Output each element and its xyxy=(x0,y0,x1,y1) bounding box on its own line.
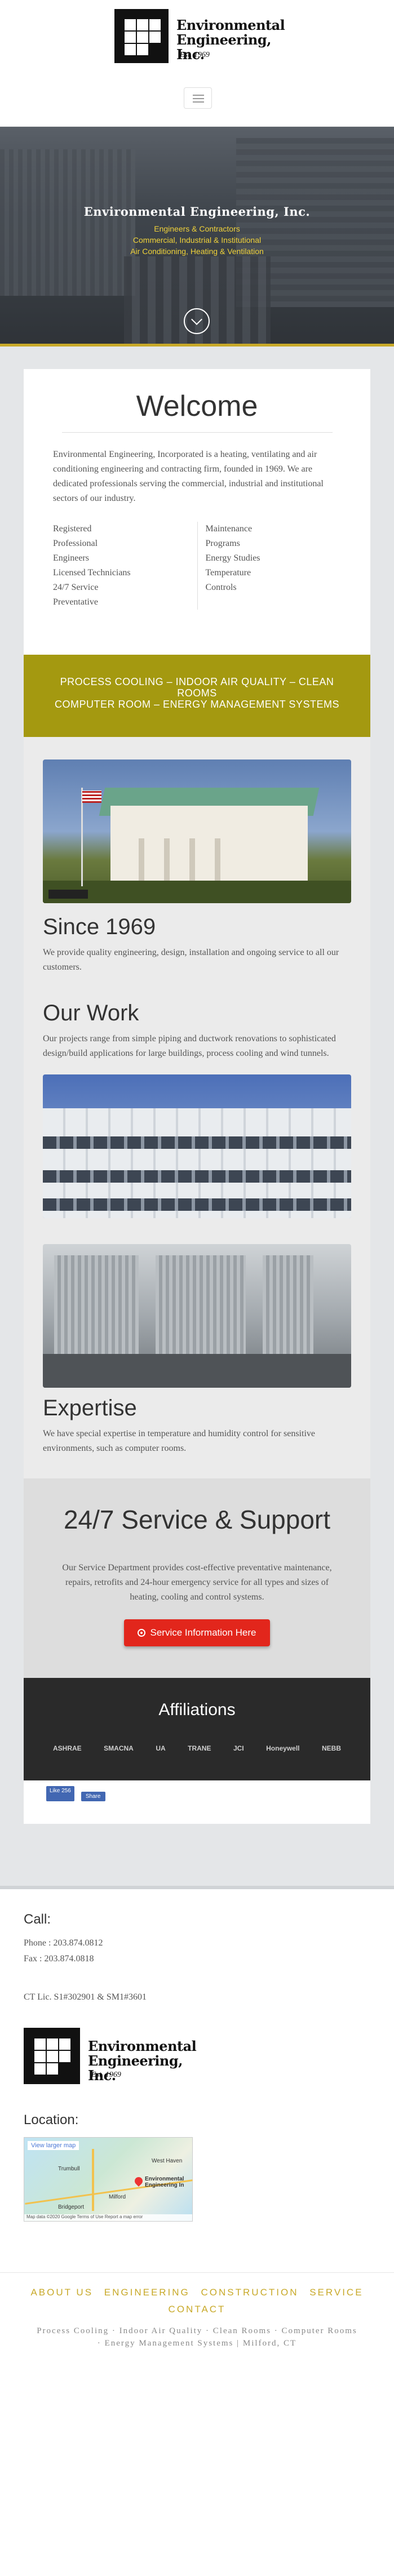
work-text: Our projects range from simple piping an… xyxy=(43,1034,336,1058)
list-item: Controls xyxy=(205,583,237,592)
social-buttons: Like 256 Share xyxy=(46,1786,348,1801)
company-logo[interactable]: Environmental Engineering, Inc. Est. 196… xyxy=(114,9,285,63)
footer-nav-engineering[interactable]: ENGINEERING xyxy=(104,2287,190,2298)
service-text: Our Service Department provides cost-eff… xyxy=(62,1563,332,1602)
footer-nav-about[interactable]: ABOUT US xyxy=(30,2287,93,2298)
affiliations-title: Affiliations xyxy=(158,1700,236,1719)
smacna-logo: SMACNA xyxy=(104,1744,134,1752)
facebook-like-button[interactable]: Like 256 xyxy=(46,1786,74,1801)
honeywell-logo: Honeywell xyxy=(266,1744,300,1752)
location-title: Location: xyxy=(24,2112,79,2128)
phone-number[interactable]: Phone : 203.874.0812 xyxy=(24,1935,370,1951)
hero-line: Commercial, Industrial & Institutional xyxy=(132,236,262,245)
service-info-button[interactable]: Service Information Here xyxy=(124,1619,270,1646)
nebb-logo: NEBB xyxy=(321,1744,341,1752)
hero-line: Air Conditioning, Heating & Ventilation xyxy=(130,247,264,256)
hero-title: Environmental Engineering, Inc. xyxy=(83,205,311,219)
expertise-text: We have special expertise in temperature… xyxy=(43,1429,315,1453)
footer-meta: Process Cooling · Indoor Air Quality · C… xyxy=(37,2326,357,2348)
footer-nav-contact[interactable]: CONTACT xyxy=(169,2304,226,2315)
bottom-bar: ABOUT US ENGINEERING CONSTRUCTION SERVIC… xyxy=(0,2272,394,2361)
logo-established: Est. 1969 xyxy=(91,2071,121,2079)
fax-number: Fax : 203.874.0818 xyxy=(24,1954,94,1964)
list-item: Programs xyxy=(205,539,240,548)
banner-line: PROCESS COOLING – INDOOR AIR QUALITY – C… xyxy=(60,676,334,699)
facade-photo xyxy=(43,1074,351,1218)
view-larger-map-link[interactable]: View larger map xyxy=(28,2141,79,2150)
footer-nav-service[interactable]: SERVICE xyxy=(309,2287,363,2298)
service-section: 24/7 Service & Support Our Service Depar… xyxy=(24,1478,370,1678)
work-title: Our Work xyxy=(43,1001,139,1025)
service-title: 24/7 Service & Support xyxy=(63,1505,331,1534)
list-item: Preventative xyxy=(53,597,98,607)
ua-logo: UA xyxy=(156,1744,166,1752)
list-item: Professional xyxy=(53,539,98,548)
welcome-title: Welcome xyxy=(136,390,258,423)
footer-nav: ABOUT US ENGINEERING CONSTRUCTION SERVIC… xyxy=(0,2284,394,2318)
since-text: We provide quality engineering, design, … xyxy=(43,948,339,972)
trane-logo: TRANE xyxy=(188,1744,211,1752)
scroll-down-icon[interactable] xyxy=(184,308,210,334)
list-item: Energy Studies xyxy=(205,553,260,563)
list-item: Licensed Technicians xyxy=(53,568,131,578)
list-item: 24/7 Service xyxy=(53,583,99,592)
list-item: Registered xyxy=(53,524,92,534)
since-title: Since 1969 xyxy=(43,914,156,939)
welcome-body: Environmental Engineering, Incorporated … xyxy=(53,450,324,503)
affiliations-section: Affiliations ASHRAE SMACNA UA TRANE JCI … xyxy=(24,1678,370,1780)
menu-toggle-button[interactable] xyxy=(184,87,212,109)
content-area: Welcome Environmental Engineering, Incor… xyxy=(0,347,394,1886)
building-photo xyxy=(43,760,351,903)
hero-line: Engineers & Contractors xyxy=(154,224,240,233)
services-list-left: Registered Professional Engineers Licens… xyxy=(53,522,197,610)
list-item: Temperature xyxy=(205,568,251,578)
hero-section: Environmental Engineering, Inc. Engineer… xyxy=(0,127,394,347)
site-header: Environmental Engineering, Inc. Est. 196… xyxy=(0,0,394,127)
hero-text: Environmental Engineering, Inc. Engineer… xyxy=(0,205,394,257)
list-item: Engineers xyxy=(53,553,89,563)
flag-icon xyxy=(82,790,101,803)
footer-nav-construction[interactable]: CONSTRUCTION xyxy=(201,2287,299,2298)
specialties-banner: PROCESS COOLING – INDOOR AIR QUALITY – C… xyxy=(24,655,370,737)
license-text: CT Lic. S1#302901 & SM1#3601 xyxy=(24,1992,147,2002)
list-item: Maintenance xyxy=(205,524,253,534)
services-list: Registered Professional Engineers Licens… xyxy=(53,522,341,610)
jci-logo: JCI xyxy=(233,1744,244,1752)
hamburger-icon xyxy=(193,95,204,96)
service-button-label: Service Information Here xyxy=(150,1627,256,1638)
banner-line: COMPUTER ROOM – ENERGY MANAGEMENT SYSTEM… xyxy=(55,699,339,710)
site-footer: Call: Phone : 203.874.0812 Fax : 203.874… xyxy=(0,1886,394,2361)
expertise-title: Expertise xyxy=(43,1396,137,1420)
affiliations-logos: ASHRAE SMACNA UA TRANE JCI Honeywell NEB… xyxy=(46,1744,348,1752)
info-circle-icon xyxy=(138,1629,146,1637)
ashrae-logo: ASHRAE xyxy=(53,1744,82,1752)
about-section: Since 1969 We provide quality engineerin… xyxy=(24,737,370,1478)
divider xyxy=(61,432,333,433)
logo-line1: Environmental xyxy=(176,17,285,33)
facebook-share-button[interactable]: Share xyxy=(81,1792,105,1801)
services-list-right: Maintenance Programs Energy Studies Temp… xyxy=(197,522,342,610)
logo-mark-icon xyxy=(24,2028,80,2084)
logo-established: Est. 1969 xyxy=(180,51,210,59)
call-title: Call: xyxy=(24,1912,51,1927)
footer-logo[interactable]: Environmental Engineering, Inc. Est. 196… xyxy=(24,2028,210,2084)
location-map[interactable]: View larger map West Haven Trumbull Brid… xyxy=(24,2137,193,2222)
logo-mark-icon xyxy=(114,9,169,63)
equipment-photo xyxy=(43,1244,351,1388)
map-pin-icon[interactable] xyxy=(133,2175,144,2187)
content-card: Welcome Environmental Engineering, Incor… xyxy=(24,369,370,1824)
